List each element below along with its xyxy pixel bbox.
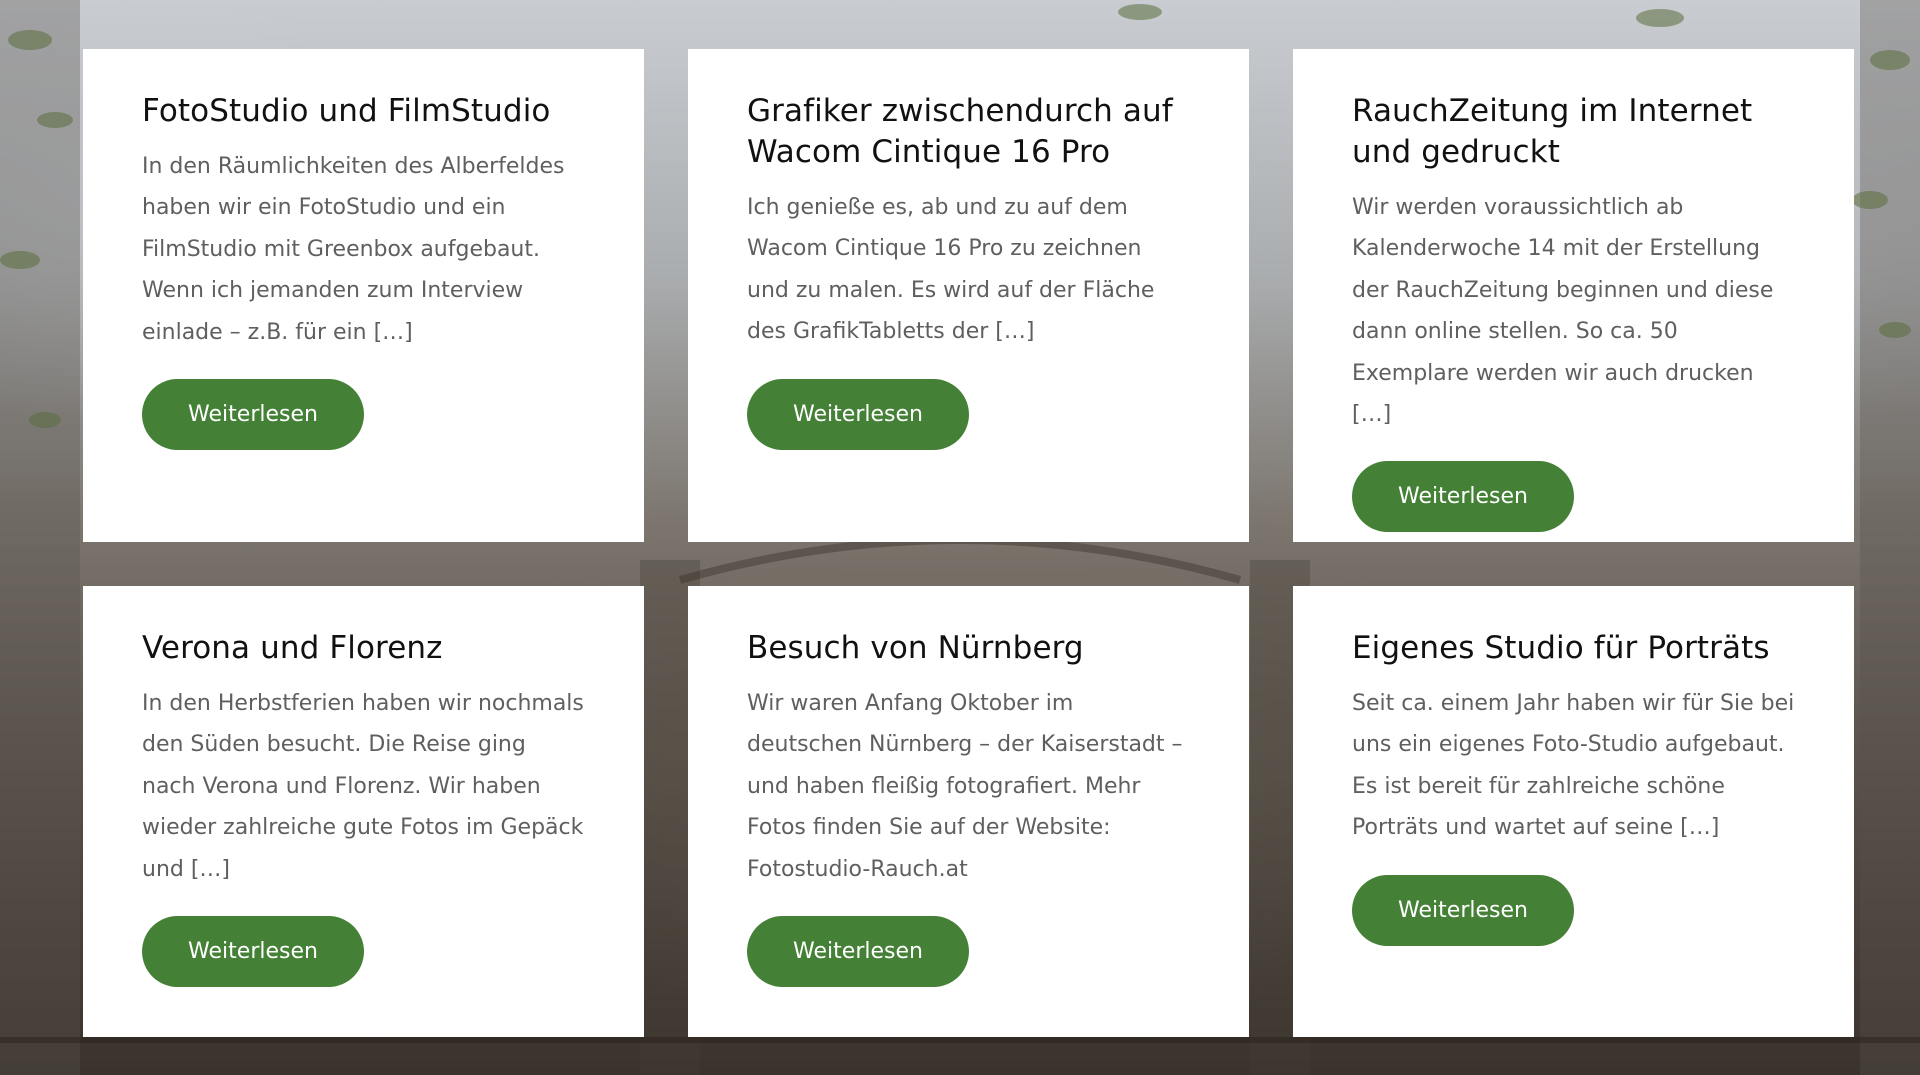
- post-grid: FotoStudio und FilmStudio In den Räumlic…: [83, 49, 1855, 1037]
- read-more-button[interactable]: Weiterlesen: [1352, 461, 1574, 533]
- post-title: Grafiker zwischendurch auf Wacom Cintiqu…: [747, 93, 1173, 170]
- post-excerpt: Wir werden voraussichtlich ab Kalenderwo…: [1352, 195, 1774, 428]
- read-more-button[interactable]: Weiterlesen: [142, 916, 364, 988]
- post-card: Besuch von Nürnberg Wir waren Anfang Okt…: [688, 586, 1249, 1037]
- read-more-button[interactable]: Weiterlesen: [1352, 874, 1574, 946]
- post-card: Verona und Florenz In den Herbstferien h…: [83, 586, 644, 1037]
- post-card: Grafiker zwischendurch auf Wacom Cintiqu…: [688, 49, 1249, 542]
- read-more-button[interactable]: Weiterlesen: [142, 379, 364, 451]
- post-card: FotoStudio und FilmStudio In den Räumlic…: [83, 49, 644, 542]
- post-excerpt: Wir waren Anfang Oktober im deutschen Nü…: [747, 691, 1183, 882]
- post-excerpt: Seit ca. einem Jahr haben wir für Sie be…: [1352, 691, 1795, 841]
- post-excerpt: Ich genieße es, ab und zu auf dem Wacom …: [747, 195, 1155, 345]
- post-card: Eigenes Studio für Porträts Seit ca. ein…: [1293, 586, 1854, 1037]
- post-title: FotoStudio und FilmStudio: [142, 93, 551, 129]
- post-card: RauchZeitung im Internet und gedruckt Wi…: [1293, 49, 1854, 542]
- post-title: Besuch von Nürnberg: [747, 630, 1084, 666]
- post-title: Verona und Florenz: [142, 630, 443, 666]
- post-excerpt: In den Räumlichkeiten des Alberfeldes ha…: [142, 154, 565, 345]
- post-title: Eigenes Studio für Porträts: [1352, 630, 1770, 666]
- read-more-button[interactable]: Weiterlesen: [747, 378, 969, 450]
- read-more-button[interactable]: Weiterlesen: [747, 916, 969, 988]
- post-title: RauchZeitung im Internet und gedruckt: [1352, 93, 1753, 170]
- post-excerpt: In den Herbstferien haben wir nochmals d…: [142, 691, 584, 882]
